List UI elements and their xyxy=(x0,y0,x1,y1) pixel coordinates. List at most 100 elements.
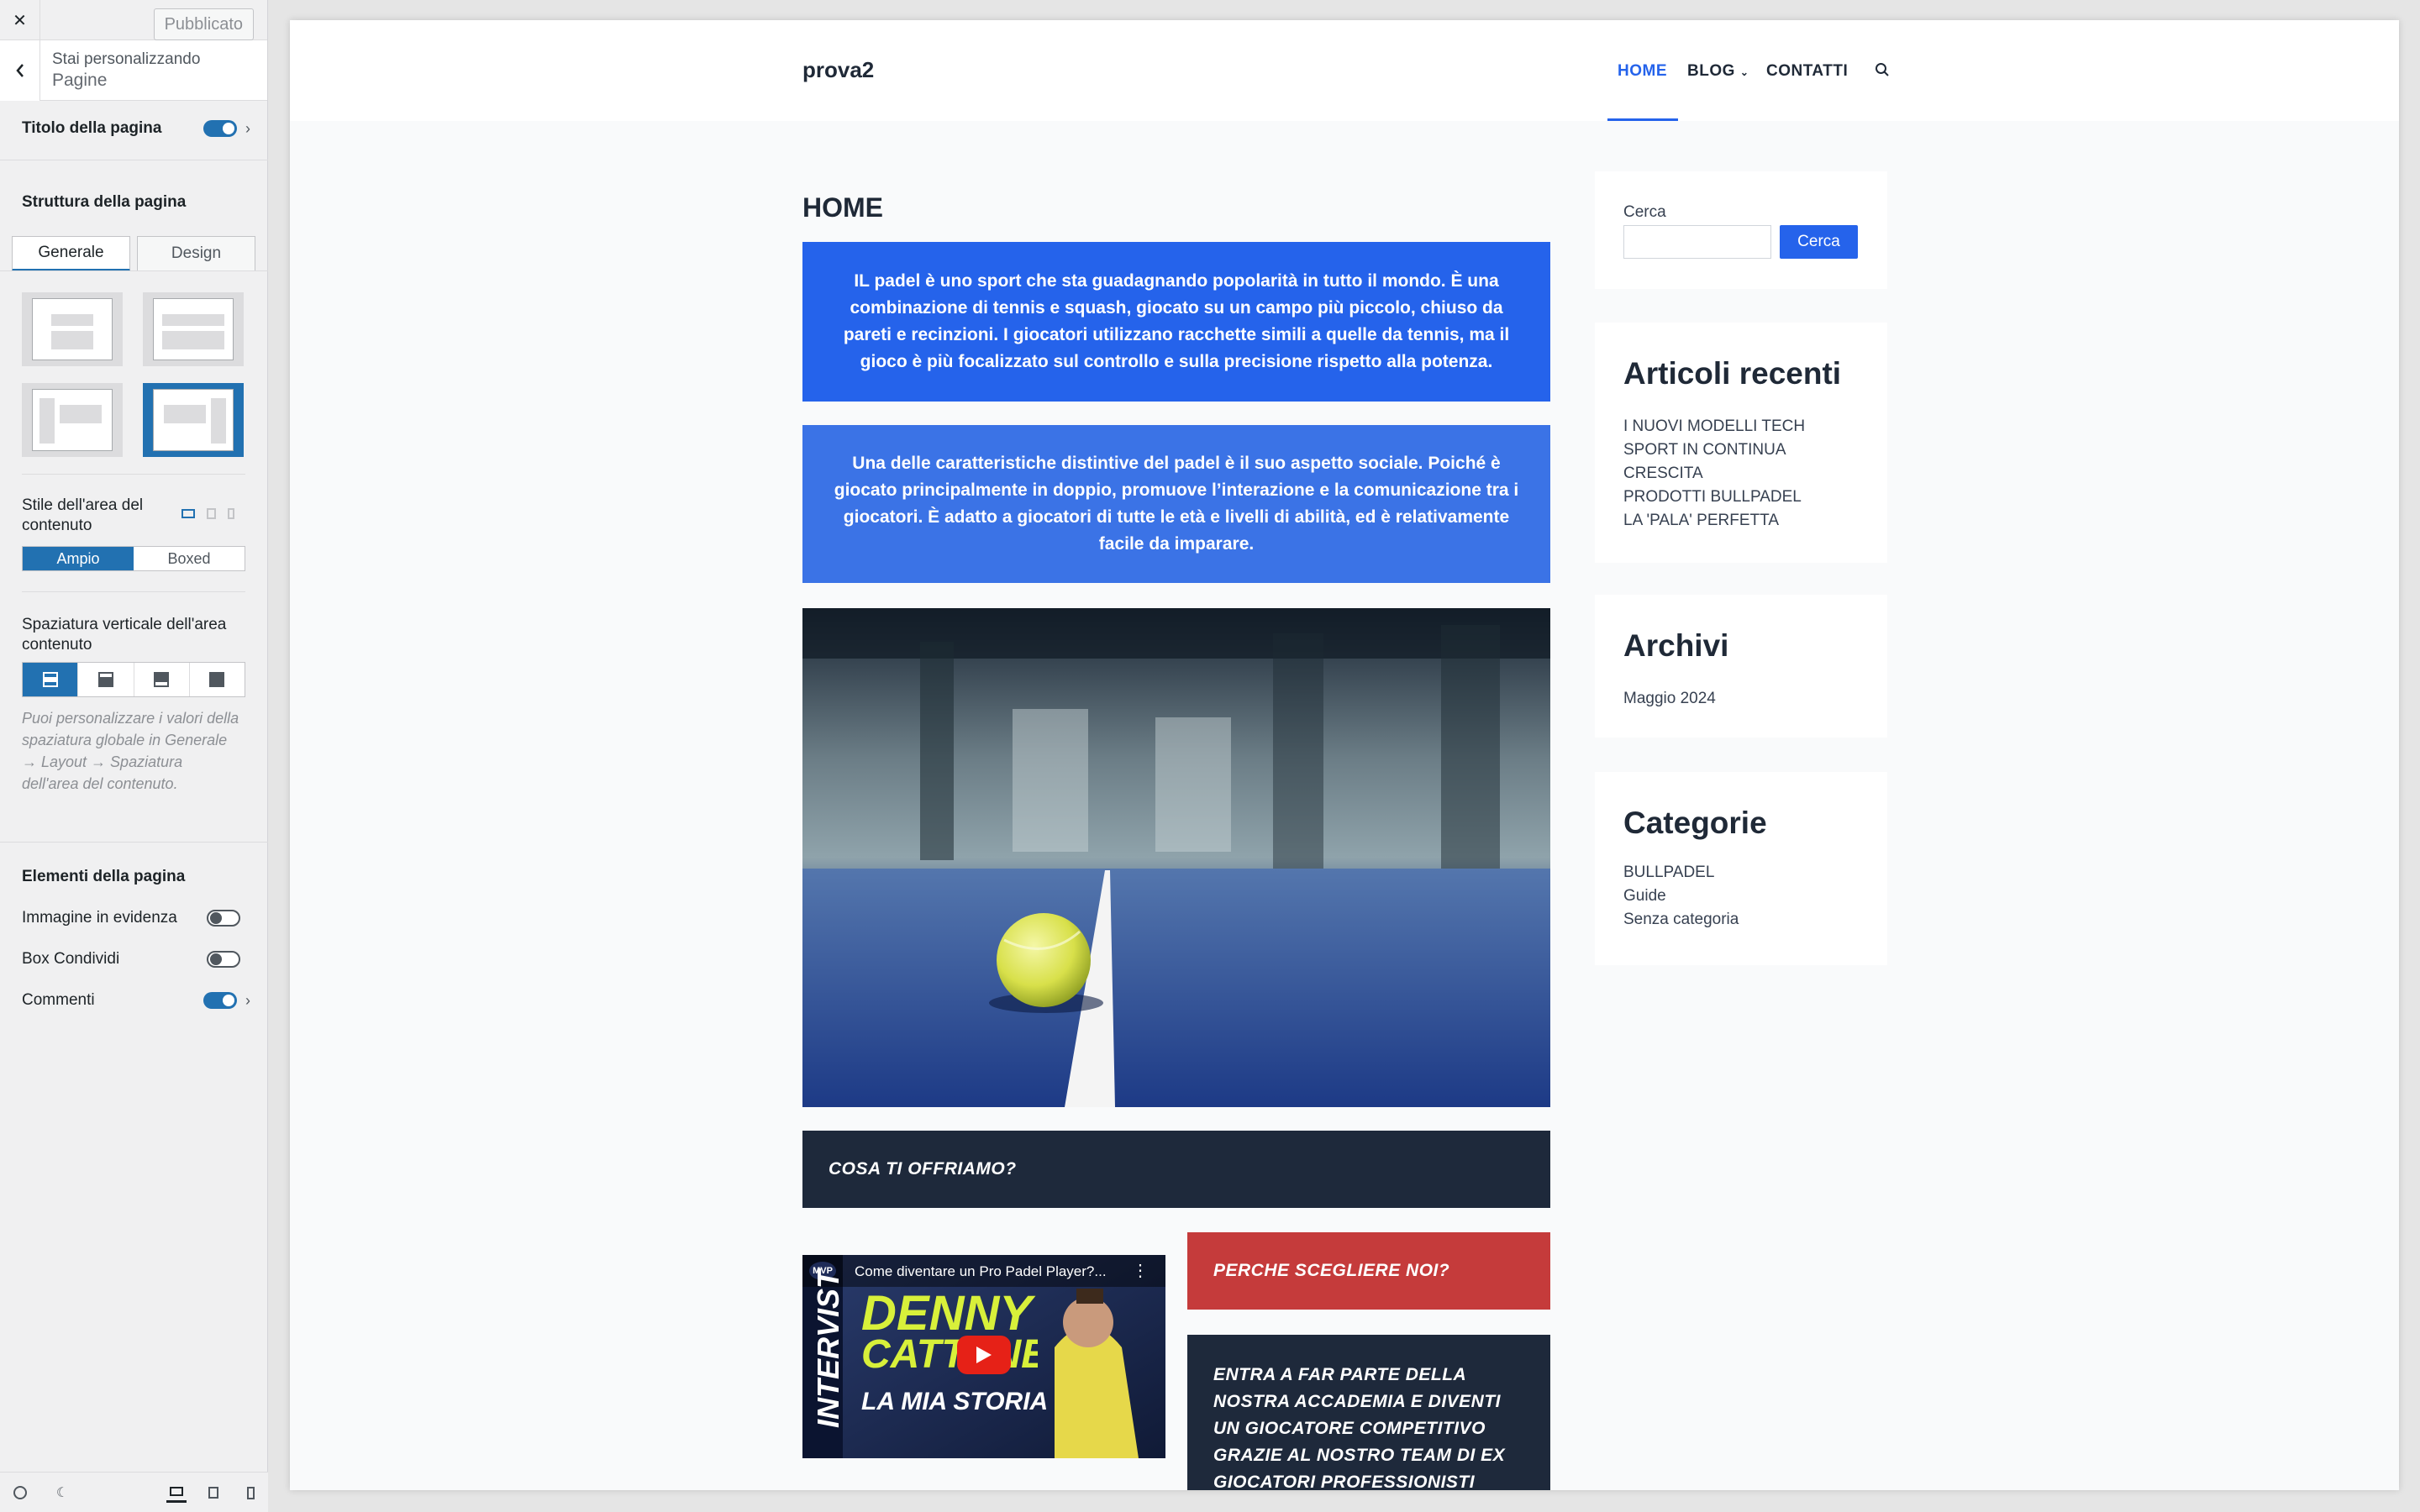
layout-narrow-option[interactable] xyxy=(143,292,244,366)
preview-desktop-icon[interactable] xyxy=(166,1483,187,1503)
recent-posts-widget: Articoli recenti I NUOVI MODELLI TECH SP… xyxy=(1595,323,1887,563)
page-title-toggle[interactable] xyxy=(203,120,237,137)
layout-options xyxy=(22,292,245,457)
tab-design[interactable]: Design xyxy=(137,236,255,271)
play-icon[interactable] xyxy=(957,1336,1011,1374)
content-style-ampio[interactable]: Ampio xyxy=(23,547,134,570)
more-vert-icon[interactable]: ⋮ xyxy=(1132,1260,1149,1281)
video-name-line2: CATTANEO xyxy=(861,1334,1038,1376)
spacing-bottom-icon xyxy=(154,672,170,687)
page-title-label: Titolo della pagina xyxy=(22,119,162,137)
nav-contatti[interactable]: CONTATTI xyxy=(1766,62,1848,81)
youtube-video-embed[interactable]: MVP Come diventare un Pro Padel Player?.… xyxy=(802,1255,1165,1458)
intro-paragraph: IL padel è uno sport che sta guadagnando… xyxy=(843,271,1510,371)
video-title[interactable]: Come diventare un Pro Padel Player?... xyxy=(855,1263,1107,1280)
comments-row: Commenti › xyxy=(22,991,250,1010)
nav-blog[interactable]: BLOG ⌄ xyxy=(1687,62,1749,81)
dark-mode-icon[interactable]: ☾ xyxy=(52,1483,72,1503)
social-paragraph: Una delle caratteristiche distintive del… xyxy=(834,454,1519,554)
search-icon[interactable] xyxy=(1875,62,1890,81)
comments-toggle[interactable] xyxy=(203,992,237,1009)
recent-post-link[interactable]: SPORT IN CONTINUA xyxy=(1623,438,1859,462)
archive-link[interactable]: Maggio 2024 xyxy=(1623,687,1859,711)
site-header: prova2 HOME BLOG ⌄ CONTATTI xyxy=(290,20,2399,121)
video-side-text: INTERVIST xyxy=(811,1269,845,1428)
chevron-left-icon xyxy=(15,64,24,77)
comments-label: Commenti xyxy=(22,991,95,1009)
hide-controls-icon[interactable] xyxy=(10,1483,30,1503)
desktop-icon[interactable] xyxy=(182,509,195,518)
spacing-option-2[interactable] xyxy=(78,663,134,696)
featured-image-toggle[interactable] xyxy=(207,910,240,927)
recent-post-link[interactable]: I NUOVI MODELLI TECH xyxy=(1623,415,1859,438)
spacing-option-3[interactable] xyxy=(134,663,190,696)
recent-post-link[interactable]: LA 'PALA' PERFETTA xyxy=(1623,509,1859,533)
categories-title: Categorie xyxy=(1623,806,1767,840)
share-box-toggle[interactable] xyxy=(207,951,240,968)
category-link[interactable]: BULLPADEL xyxy=(1623,861,1859,885)
chevron-right-icon[interactable]: › xyxy=(245,120,250,138)
featured-image-label: Immagine in evidenza xyxy=(22,909,177,927)
divider xyxy=(0,270,268,271)
chevron-down-icon: ⌄ xyxy=(1739,66,1749,78)
spacing-option-1[interactable] xyxy=(23,663,79,696)
share-box-label: Box Condividi xyxy=(22,950,120,968)
nav-active-indicator xyxy=(1607,118,1678,121)
customizer-sidebar: ✕ Pubblicato Stai personalizzando Pagine… xyxy=(0,0,268,1512)
structure-tabs: Generale Design xyxy=(12,236,255,271)
padel-ball-image xyxy=(802,608,1550,1107)
offer-heading: COSA TI OFFRIAMO? xyxy=(829,1159,1017,1179)
why-heading: PERCHE SCEGLIERE NOI? xyxy=(1213,1261,1450,1280)
vertical-spacing-label: Spaziatura verticale dell'area contenuto xyxy=(22,616,227,654)
page-elements-row: Elementi della pagina xyxy=(22,868,250,886)
page-title: HOME xyxy=(802,192,883,223)
content-style-boxed[interactable]: Boxed xyxy=(134,547,245,570)
why-heading-bar: PERCHE SCEGLIERE NOI? xyxy=(1187,1232,1550,1310)
category-link[interactable]: Senza categoria xyxy=(1623,908,1859,932)
archives-widget: Archivi Maggio 2024 xyxy=(1595,595,1887,738)
section-title: Pagine xyxy=(52,71,108,90)
category-link[interactable]: Guide xyxy=(1623,885,1859,908)
device-switcher xyxy=(182,508,234,519)
join-academy-text: ENTRA A FAR PARTE DELLA NOSTRA ACCADEMIA… xyxy=(1213,1365,1506,1490)
customizer-footer: ☾ xyxy=(0,1472,268,1512)
intro-paragraph-box: IL padel è uno sport che sta guadagnando… xyxy=(802,242,1550,402)
page-title-row: Titolo della pagina › xyxy=(22,119,250,138)
categories-widget: Categorie BULLPADEL Guide Senza categori… xyxy=(1595,772,1887,965)
site-brand[interactable]: prova2 xyxy=(802,57,874,83)
search-widget: Cerca Cerca xyxy=(1595,171,1887,289)
publish-button[interactable]: Pubblicato xyxy=(153,8,254,40)
tablet-icon[interactable] xyxy=(207,508,216,519)
content-style-label: Stile dell'area del contenuto xyxy=(22,496,144,534)
customizer-section-header: Stai personalizzando Pagine xyxy=(0,40,267,101)
archives-title: Archivi xyxy=(1623,628,1729,663)
recent-post-link[interactable]: CRESCITA xyxy=(1623,462,1859,486)
mobile-icon[interactable] xyxy=(228,508,234,519)
page-elements-label: Elementi della pagina xyxy=(22,868,186,885)
vertical-spacing-selector xyxy=(22,662,245,697)
close-icon[interactable]: ✕ xyxy=(0,0,40,40)
spacing-option-4[interactable] xyxy=(189,663,245,696)
chevron-right-icon[interactable]: › xyxy=(245,992,250,1010)
spacing-none-icon xyxy=(209,672,225,687)
search-button[interactable]: Cerca xyxy=(1780,225,1858,259)
join-academy-box: ENTRA A FAR PARTE DELLA NOSTRA ACCADEMIA… xyxy=(1187,1335,1550,1490)
search-input[interactable] xyxy=(1623,225,1771,259)
layout-right-sidebar-option[interactable] xyxy=(143,383,244,457)
offer-heading-bar: COSA TI OFFRIAMO? xyxy=(802,1131,1550,1208)
video-name-line1: DENNY xyxy=(861,1286,1033,1341)
content-style-selector: Ampio Boxed xyxy=(22,546,245,571)
spacing-both-icon xyxy=(42,672,58,687)
customizing-label: Stai personalizzando xyxy=(52,50,201,68)
share-box-row: Box Condividi xyxy=(22,950,250,969)
page-structure-label: Struttura della pagina xyxy=(22,193,187,211)
layout-full-width-option[interactable] xyxy=(22,292,123,366)
video-subtitle: LA MIA STORIA xyxy=(861,1388,1049,1415)
back-button[interactable] xyxy=(0,40,40,101)
preview-tablet-icon[interactable] xyxy=(203,1483,224,1503)
preview-mobile-icon[interactable] xyxy=(240,1483,260,1503)
tab-generale[interactable]: Generale xyxy=(12,236,130,271)
nav-home[interactable]: HOME xyxy=(1618,62,1667,81)
layout-left-sidebar-option[interactable] xyxy=(22,383,123,457)
recent-post-link[interactable]: PRODOTTI BULLPADEL xyxy=(1623,486,1859,509)
